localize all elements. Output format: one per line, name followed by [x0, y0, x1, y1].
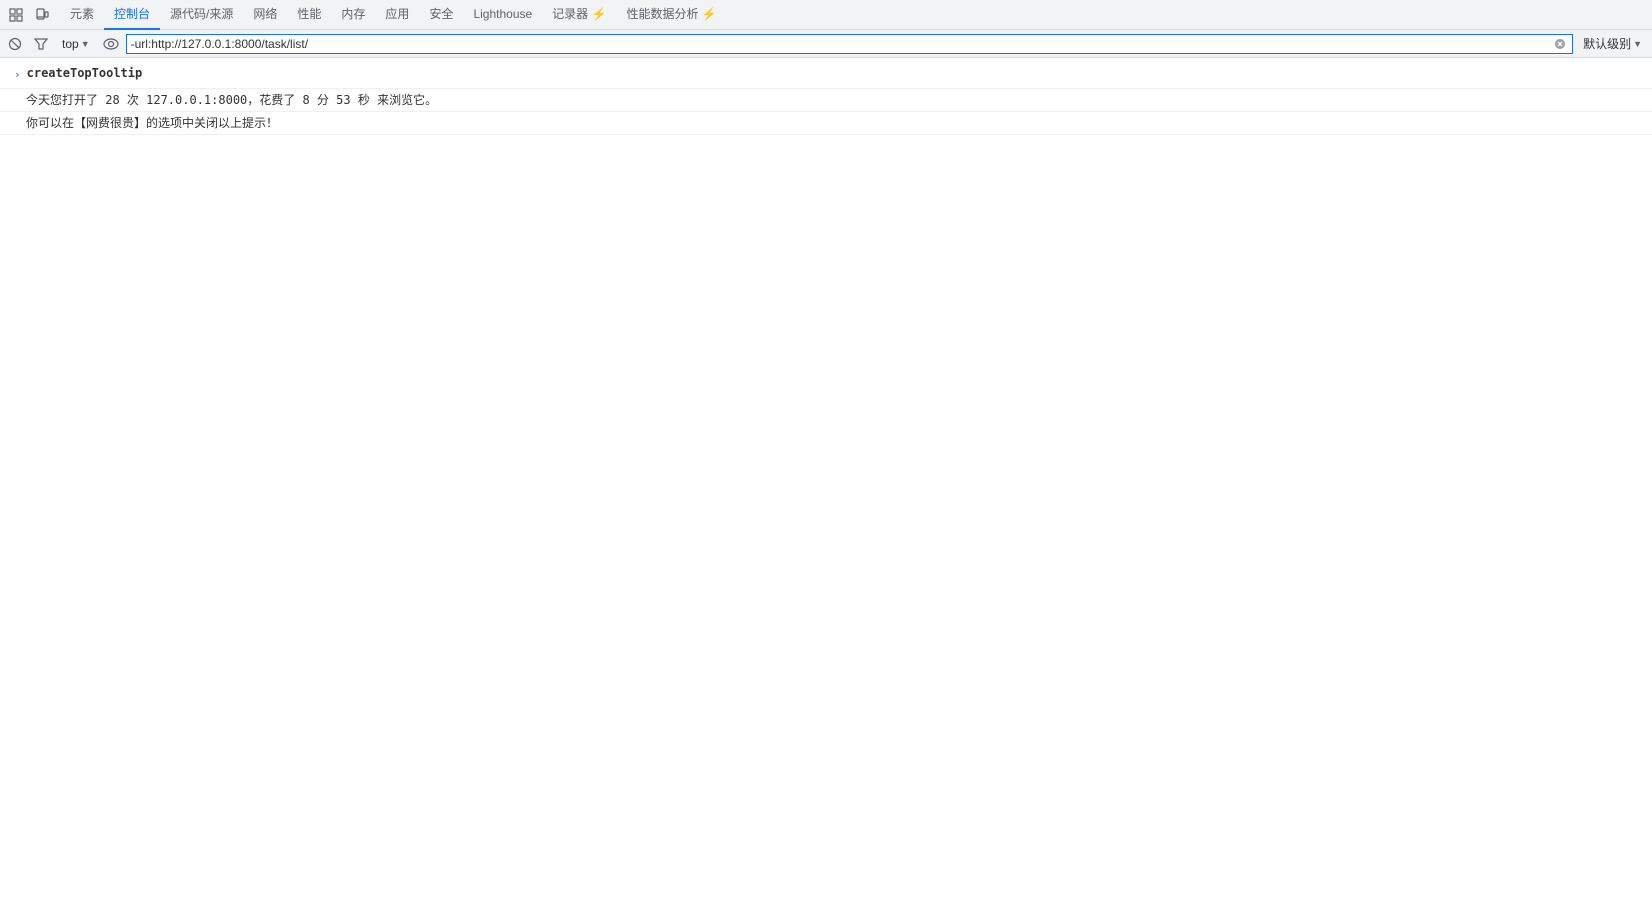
filter-input[interactable] — [131, 37, 1552, 51]
entry-title: createTopTooltip — [27, 66, 143, 80]
clear-console-button[interactable] — [4, 33, 26, 55]
console-entry-title: › createTopTooltip — [0, 62, 1652, 89]
inspect-element-button[interactable] — [4, 3, 28, 27]
tab-elements[interactable]: 元素 — [60, 0, 104, 30]
device-toolbar-button[interactable] — [30, 3, 54, 27]
filter-clear-button[interactable] — [1552, 36, 1568, 52]
filter-input-wrapper — [126, 34, 1573, 54]
entry-line-2: 你可以在【网费很贵】的选项中关闭以上提示！ — [26, 114, 1644, 132]
tab-network[interactable]: 网络 — [243, 0, 287, 30]
context-selector[interactable]: top ▼ — [56, 34, 96, 54]
level-selector[interactable]: 默认级别 ▼ — [1577, 34, 1648, 54]
tab-sources[interactable]: 源代码/来源 — [160, 0, 243, 30]
tab-recorder[interactable]: 记录器 ⚡ — [542, 0, 616, 30]
tab-performance-insights[interactable]: 性能数据分析 ⚡ — [616, 0, 726, 30]
main-toolbar: 元素 控制台 源代码/来源 网络 性能 内存 应用 安全 Lighthouse … — [0, 0, 1652, 30]
console-output: › createTopTooltip 今天您打开了 28 次 127.0.0.1… — [0, 58, 1652, 878]
level-label: 默认级别 — [1583, 35, 1631, 52]
entry-line-1: 今天您打开了 28 次 127.0.0.1:8000，花费了 8 分 53 秒 … — [26, 91, 1644, 109]
info-icon-1 — [8, 91, 22, 92]
console-entry-info-2: 你可以在【网费很贵】的选项中关闭以上提示！ — [0, 112, 1652, 135]
tab-memory[interactable]: 内存 — [331, 0, 375, 30]
tab-performance[interactable]: 性能 — [287, 0, 331, 30]
tab-security[interactable]: 安全 — [419, 0, 463, 30]
nav-tabs: 元素 控制台 源代码/来源 网络 性能 内存 应用 安全 Lighthouse … — [60, 0, 727, 29]
tab-application[interactable]: 应用 — [375, 0, 419, 30]
tab-lighthouse[interactable]: Lighthouse — [463, 0, 542, 30]
eye-button[interactable] — [100, 33, 122, 55]
console-entry-info-1: 今天您打开了 28 次 127.0.0.1:8000，花费了 8 分 53 秒 … — [0, 89, 1652, 112]
tab-console[interactable]: 控制台 — [104, 0, 160, 30]
filter-toggle-button[interactable] — [30, 33, 52, 55]
level-dropdown-icon: ▼ — [1633, 39, 1642, 49]
info-icon-2 — [8, 114, 22, 115]
console-toolbar: top ▼ 默认级别 ▼ — [0, 30, 1652, 58]
context-label: top — [62, 37, 79, 51]
context-dropdown-icon: ▼ — [81, 39, 90, 49]
expand-arrow-left[interactable]: › — [8, 64, 27, 86]
